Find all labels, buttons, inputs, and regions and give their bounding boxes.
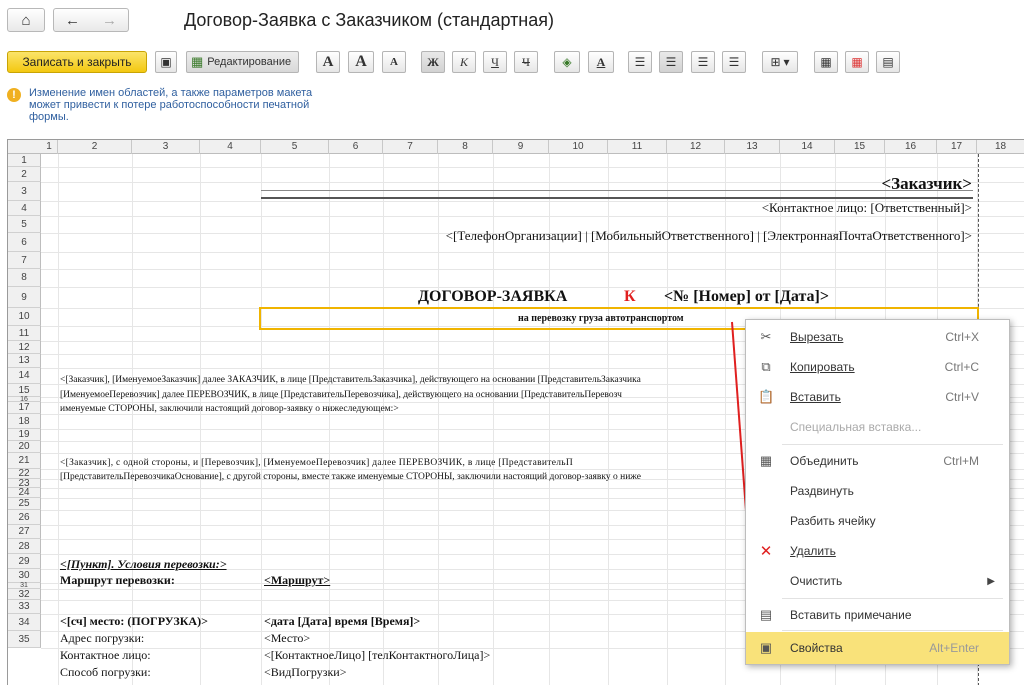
scissors-icon: ✂ [760,329,772,344]
menu-separator [782,444,1003,445]
menu-shortcut: Ctrl+X [945,330,979,344]
menu-item-properties[interactable]: ▣ Свойства Alt+Enter [746,632,1009,664]
delete-icon: ✕ [759,543,773,560]
menu-label: Раздвинуть [790,484,854,498]
menu-shortcut: Ctrl+C [944,360,979,374]
menu-item-split-cell[interactable]: Разбить ячейку [746,506,1009,536]
clipboard-icon: 📋 [758,389,775,404]
menu-shortcut: Ctrl+V [945,390,979,404]
menu-label: Удалить [790,544,836,558]
submenu-arrow-icon: ▶ [987,575,995,587]
menu-item-paste[interactable]: 📋 Вставить Ctrl+V [746,382,1009,412]
menu-label: Вырезать [790,330,844,344]
menu-item-merge[interactable]: ▦ Объединить Ctrl+M [746,446,1009,476]
menu-label: Разбить ячейку [790,514,876,528]
context-menu: ✂ Вырезать Ctrl+X ⧉ Копировать Ctrl+C 📋 … [745,319,1010,665]
merge-icon: ▦ [759,453,773,468]
menu-separator [782,630,1003,631]
menu-label: Объединить [790,454,859,468]
menu-shortcut: Alt+Enter [929,641,979,655]
menu-separator [782,598,1003,599]
menu-item-delete[interactable]: ✕ Удалить [746,536,1009,566]
properties-icon: ▣ [759,640,773,655]
menu-item-spread[interactable]: Раздвинуть [746,476,1009,506]
menu-label: Свойства [790,641,843,655]
menu-item-copy[interactable]: ⧉ Копировать Ctrl+C [746,352,1009,382]
menu-shortcut: Ctrl+M [943,454,979,468]
menu-label: Вставить [790,390,841,404]
menu-label: Вставить примечание [790,608,912,622]
menu-item-insert-note[interactable]: ▤ Вставить примечание [746,600,1009,630]
menu-item-cut[interactable]: ✂ Вырезать Ctrl+X [746,322,1009,352]
menu-item-paste-special[interactable]: Специальная вставка... [746,412,1009,442]
note-icon: ▤ [759,607,773,622]
menu-label: Очистить [790,574,843,588]
copy-icon: ⧉ [761,359,771,374]
menu-label: Специальная вставка... [790,420,922,434]
menu-item-clear[interactable]: Очистить ▶ [746,566,1009,596]
menu-label: Копировать [790,360,855,374]
